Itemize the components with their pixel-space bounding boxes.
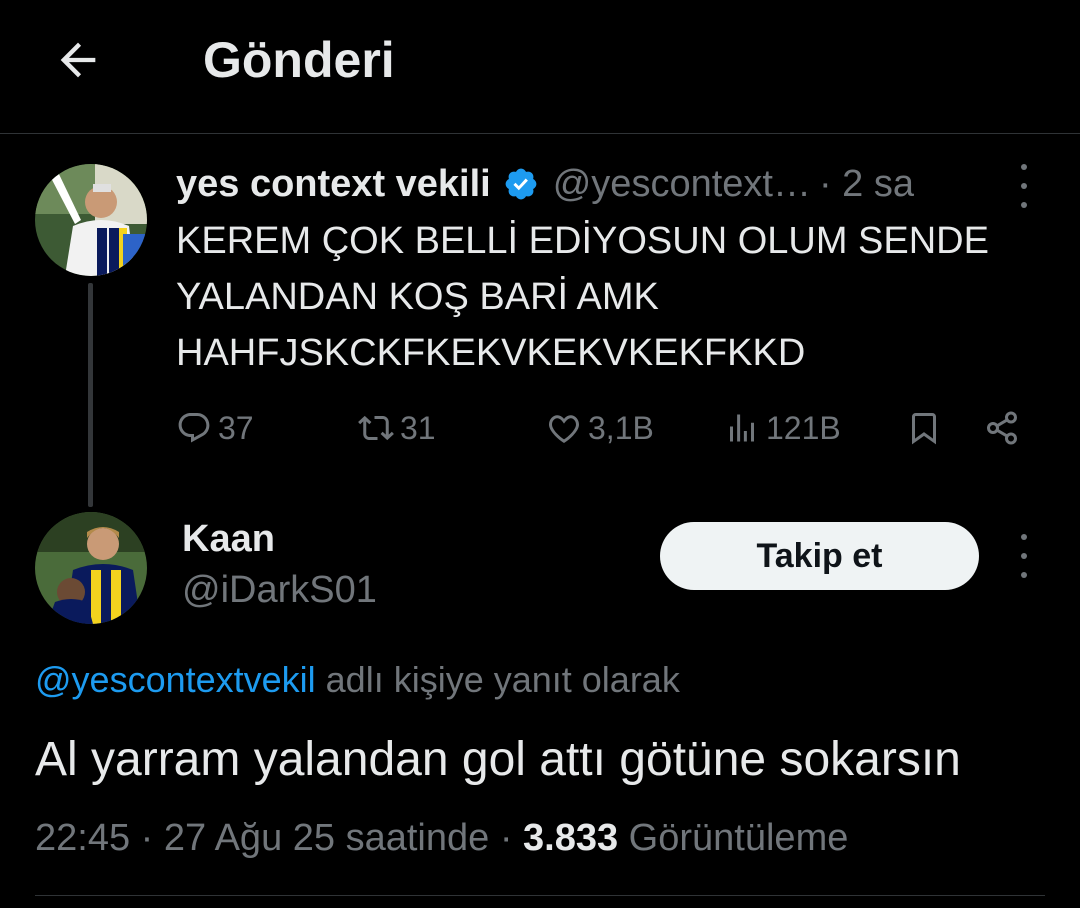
reply-context-label: adlı kişiye yanıt olarak bbox=[315, 659, 680, 700]
top-bar: Gönderi bbox=[0, 0, 1080, 134]
tweet-header: yes context vekili @yescontext… · 2 sa bbox=[176, 160, 914, 208]
repost-icon bbox=[358, 415, 394, 441]
tweet-actions: 37 31 3,1B 121B bbox=[176, 400, 1036, 456]
verified-badge-icon bbox=[505, 168, 537, 200]
repost-button[interactable]: 31 bbox=[358, 400, 436, 456]
bookmark-button[interactable] bbox=[906, 400, 942, 456]
author-handle[interactable]: @iDarkS01 bbox=[182, 566, 377, 614]
like-count: 3,1B bbox=[588, 409, 654, 446]
share-button[interactable] bbox=[984, 400, 1020, 456]
back-button[interactable] bbox=[48, 30, 108, 90]
follow-button[interactable]: Takip et bbox=[660, 522, 979, 590]
tweet-text: KEREM ÇOK BELLİ EDİYOSUN OLUM SENDE YALA… bbox=[176, 220, 989, 374]
reply-context: @yescontextvekil adlı kişiye yanıt olara… bbox=[35, 656, 680, 704]
view-label: Görüntüleme bbox=[618, 817, 849, 859]
author-name[interactable]: Kaan bbox=[182, 515, 275, 563]
avatar[interactable] bbox=[35, 512, 147, 624]
author-handle[interactable]: @yescontext… bbox=[553, 163, 811, 206]
reply-icon bbox=[178, 413, 210, 443]
view-count: 121B bbox=[766, 409, 841, 446]
divider bbox=[35, 895, 1045, 896]
heart-icon bbox=[549, 415, 579, 443]
reply-button[interactable]: 37 bbox=[176, 400, 254, 456]
views-button[interactable]: 121B bbox=[724, 400, 841, 456]
avatar[interactable] bbox=[35, 164, 147, 276]
more-options-icon[interactable] bbox=[1014, 534, 1034, 578]
tweet-time[interactable]: · 2 sa bbox=[819, 163, 914, 206]
tweet-text: Al yarram yalandan gol attı götüne sokar… bbox=[35, 733, 961, 786]
reply-count: 37 bbox=[218, 409, 254, 446]
more-options-icon[interactable] bbox=[1014, 164, 1034, 208]
page-title: Gönderi bbox=[203, 32, 395, 88]
thread-connector-line bbox=[88, 283, 93, 507]
bar-chart-icon bbox=[730, 414, 754, 442]
share-icon bbox=[987, 411, 1017, 445]
view-count[interactable]: 3.833 bbox=[523, 817, 618, 859]
author-name[interactable]: yes context vekili bbox=[176, 163, 491, 206]
tweet-meta: 22:45 · 27 Ağu 25 saatinde · 3.833 Görün… bbox=[35, 812, 848, 864]
bookmark-icon bbox=[912, 413, 936, 445]
like-button[interactable]: 3,1B bbox=[546, 400, 654, 456]
arrow-left-icon bbox=[60, 42, 96, 78]
mention-link[interactable]: @yescontextvekil bbox=[35, 659, 316, 700]
tweet-timestamp[interactable]: 22:45 · 27 Ağu 25 saatinde · bbox=[35, 817, 523, 859]
repost-count: 31 bbox=[400, 409, 436, 446]
